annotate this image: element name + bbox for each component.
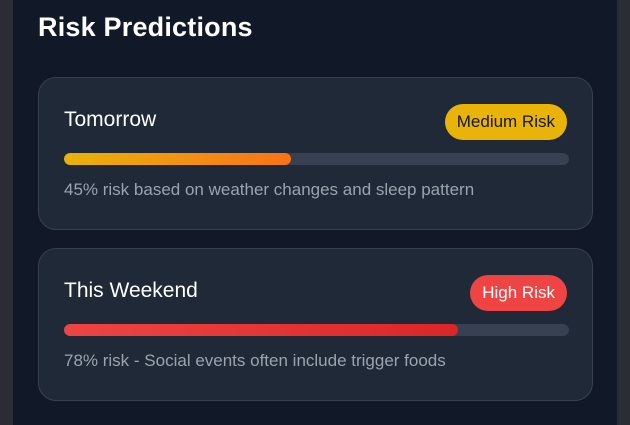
prediction-description: 45% risk based on weather changes and sl…	[64, 180, 475, 199]
risk-progress-track	[64, 153, 569, 165]
prediction-card-tomorrow: Tomorrow Medium Risk 45% risk based on w…	[38, 77, 593, 230]
prediction-label: Tomorrow	[64, 108, 157, 131]
risk-progress-fill	[64, 153, 292, 165]
risk-level-badge: Medium Risk	[444, 104, 567, 140]
risk-predictions-panel: Risk Predictions Tomorrow Medium Risk 45…	[13, 0, 617, 425]
prediction-description: 78% risk - Social events often include t…	[64, 351, 446, 370]
section-title: Risk Predictions	[38, 12, 253, 42]
prediction-label: This Weekend	[64, 279, 198, 302]
risk-progress-track	[64, 324, 569, 336]
prediction-card-weekend: This Weekend High Risk 78% risk - Social…	[38, 248, 593, 401]
risk-level-badge: High Risk	[470, 275, 567, 311]
risk-progress-fill	[64, 324, 458, 336]
